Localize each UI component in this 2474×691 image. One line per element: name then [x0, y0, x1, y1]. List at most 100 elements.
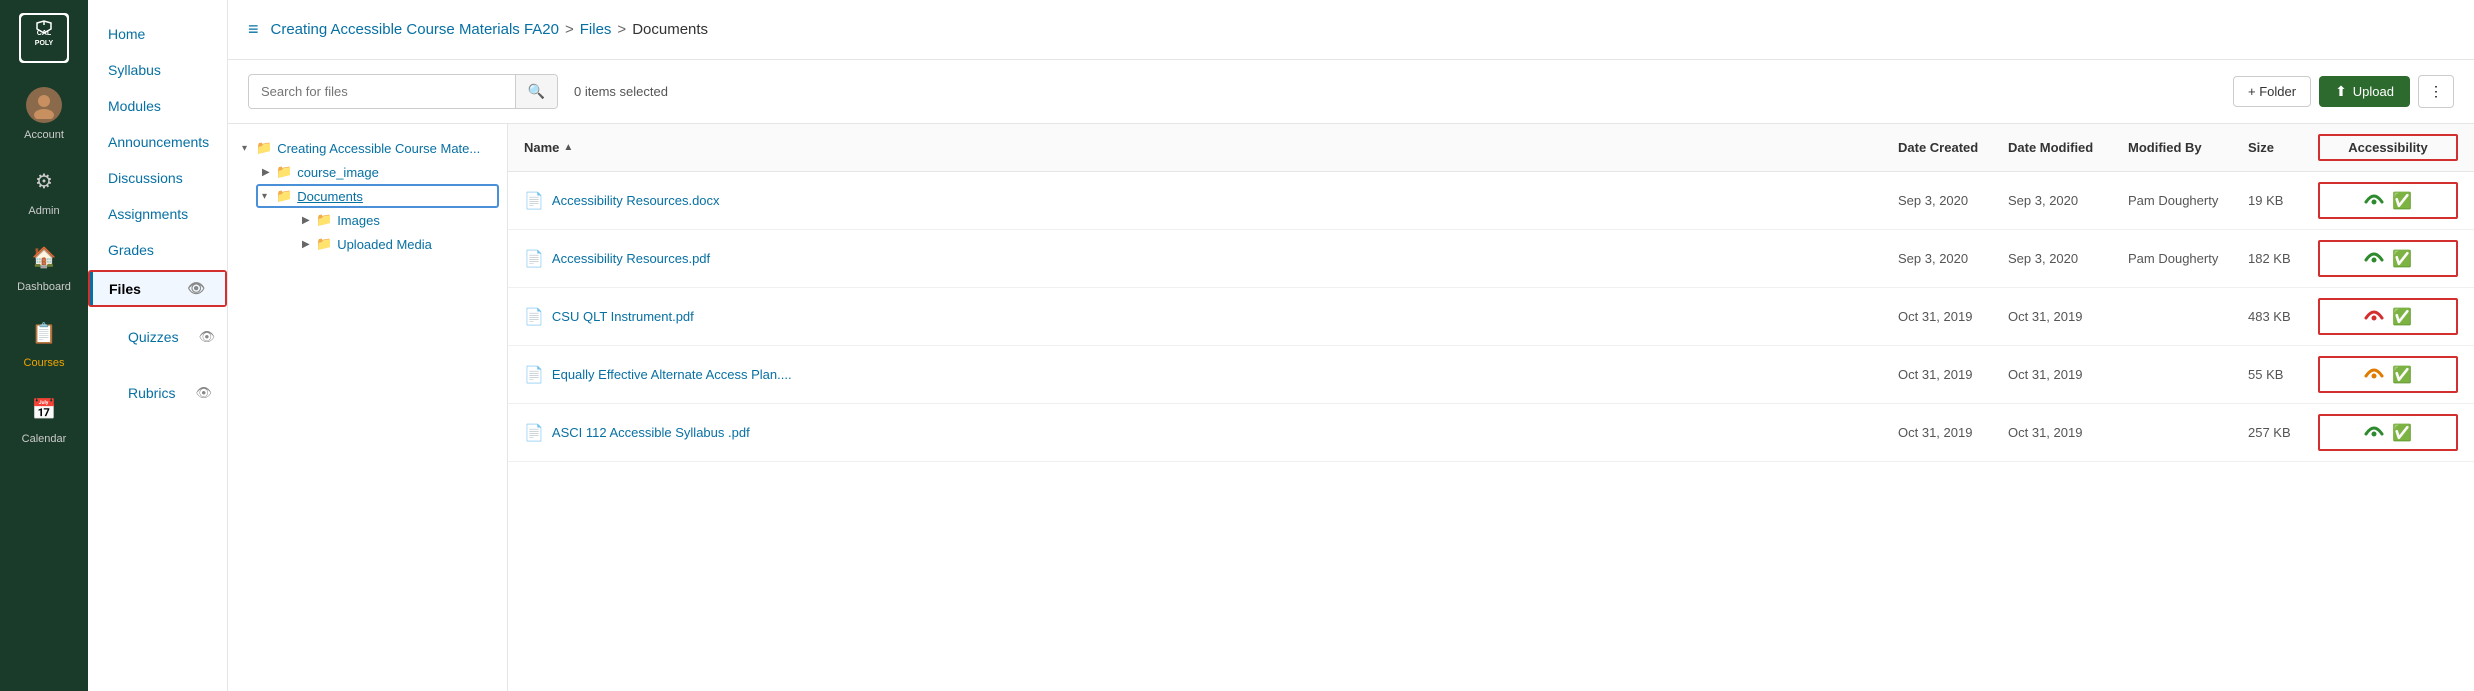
file-list: Name ▲ Date Created Date Modified Modifi… — [508, 124, 2474, 691]
date-modified-cell: Sep 3, 2020 — [2008, 193, 2128, 208]
breadcrumb-current: Documents — [632, 21, 708, 38]
items-selected: 0 items selected — [574, 84, 2217, 99]
nav-quizzes[interactable]: Quizzes 👁 — [88, 309, 227, 365]
tree-course-image-icon: 📁 — [276, 164, 292, 180]
size-cell: 483 KB — [2248, 309, 2318, 324]
sidebar-item-admin[interactable]: ⚙ Admin — [0, 151, 88, 227]
upload-button[interactable]: ⬆ Upload — [2319, 76, 2410, 107]
doc-icon: 📄 — [524, 365, 544, 385]
nav-files[interactable]: Files 👁 — [90, 272, 225, 305]
hamburger-icon[interactable]: ≡ — [248, 19, 259, 40]
col-header-date-modified[interactable]: Date Modified — [2008, 140, 2128, 155]
breadcrumb-sep-1: > — [565, 21, 574, 38]
nav-grades[interactable]: Grades — [88, 232, 227, 268]
tree-root-arrow: ▾ — [242, 143, 256, 154]
sidebar-item-account-label: Account — [24, 129, 64, 141]
nav-discussions[interactable]: Discussions — [88, 160, 227, 196]
tree-images-icon: 📁 — [316, 212, 332, 228]
upload-label: Upload — [2353, 84, 2394, 99]
size-cell: 182 KB — [2248, 251, 2318, 266]
course-nav-panel: Home Syllabus Modules Announcements Disc… — [88, 0, 228, 691]
search-input[interactable] — [249, 76, 515, 107]
pdf-icon: 📄 — [524, 307, 544, 327]
date-modified-cell: Oct 31, 2019 — [2008, 367, 2128, 382]
col-header-date-created[interactable]: Date Created — [1898, 140, 2008, 155]
sidebar: CAL POLY Account ⚙ Admin 🏠 Dashboard 📋 C… — [0, 0, 88, 691]
sidebar-item-dashboard[interactable]: 🏠 Dashboard — [0, 227, 88, 303]
tree-root[interactable]: ▾ 📁 Creating Accessible Course Mate... — [236, 136, 499, 160]
col-header-name[interactable]: Name ▲ — [524, 140, 1898, 155]
accessibility-check-icon: ✅ — [2392, 191, 2412, 211]
header: ≡ Creating Accessible Course Materials F… — [228, 0, 2474, 60]
upload-icon: ⬆ — [2335, 83, 2347, 100]
tree-uploaded-media-icon: 📁 — [316, 236, 332, 252]
file-link[interactable]: Accessibility Resources.docx — [552, 193, 720, 208]
nav-announcements[interactable]: Announcements — [88, 124, 227, 160]
toolbar-actions: + Folder ⬆ Upload ⋮ — [2233, 75, 2454, 108]
accessibility-cell: ✅ — [2318, 356, 2458, 393]
tree-documents-arrow: ▾ — [262, 191, 276, 202]
tree-images[interactable]: ▶ 📁 Images — [296, 208, 499, 232]
accessibility-check-icon: ✅ — [2392, 249, 2412, 269]
tree-documents-icon: 📁 — [276, 188, 292, 204]
calendar-icon: 📅 — [24, 389, 64, 429]
nav-syllabus[interactable]: Syllabus — [88, 52, 227, 88]
file-link[interactable]: Accessibility Resources.pdf — [552, 251, 710, 266]
nav-quizzes-label[interactable]: Quizzes — [108, 319, 199, 355]
sidebar-item-account[interactable]: Account — [0, 75, 88, 151]
date-modified-cell: Oct 31, 2019 — [2008, 425, 2128, 440]
tree-root-label[interactable]: Creating Accessible Course Mate... — [277, 141, 480, 156]
nav-rubrics-label[interactable]: Rubrics — [108, 375, 195, 411]
tree-course-image[interactable]: ▶ 📁 course_image — [256, 160, 499, 184]
accessibility-cell: ✅ — [2318, 240, 2458, 277]
tree-documents[interactable]: ▾ 📁 Documents — [256, 184, 499, 208]
accessibility-check-icon: ✅ — [2392, 307, 2412, 327]
file-link[interactable]: Equally Effective Alternate Access Plan.… — [552, 367, 792, 382]
sidebar-item-courses[interactable]: 📋 Courses — [0, 303, 88, 379]
date-modified-cell: Sep 3, 2020 — [2008, 251, 2128, 266]
tree-uploaded-media-label[interactable]: Uploaded Media — [337, 237, 432, 252]
sidebar-item-calendar[interactable]: 📅 Calendar — [0, 379, 88, 455]
tree-course-image-label[interactable]: course_image — [297, 165, 379, 180]
col-header-modified-by[interactable]: Modified By — [2128, 140, 2248, 155]
nav-home[interactable]: Home — [88, 16, 227, 52]
accessibility-check-icon: ✅ — [2392, 423, 2412, 443]
modified-by-cell: Pam Dougherty — [2128, 193, 2248, 208]
date-created-cell: Sep 3, 2020 — [1898, 251, 2008, 266]
tree-images-arrow: ▶ — [302, 215, 316, 226]
accessibility-gauge-icon — [2364, 362, 2384, 387]
tree-uploaded-media[interactable]: ▶ 📁 Uploaded Media — [296, 232, 499, 256]
file-link[interactable]: ASCI 112 Accessible Syllabus .pdf — [552, 425, 750, 440]
search-box[interactable]: 🔍 — [248, 74, 558, 109]
accessibility-cell: ✅ — [2318, 414, 2458, 451]
nav-assignments[interactable]: Assignments — [88, 196, 227, 232]
tree-course-image-arrow: ▶ — [262, 167, 276, 178]
pdf-icon: 📄 — [524, 423, 544, 443]
add-folder-button[interactable]: + Folder — [2233, 76, 2311, 107]
accessibility-cell: ✅ — [2318, 298, 2458, 335]
nav-modules[interactable]: Modules — [88, 88, 227, 124]
pdf-icon: 📄 — [524, 249, 544, 269]
date-created-cell: Oct 31, 2019 — [1898, 425, 2008, 440]
file-browser: ▾ 📁 Creating Accessible Course Mate... ▶… — [228, 124, 2474, 691]
accessibility-gauge-icon — [2364, 246, 2384, 271]
search-button[interactable]: 🔍 — [515, 75, 557, 108]
eye-icon: 👁 — [187, 280, 205, 297]
table-row: 📄 Accessibility Resources.pdf Sep 3, 202… — [508, 230, 2474, 288]
breadcrumb: Creating Accessible Course Materials FA2… — [271, 21, 709, 38]
file-link[interactable]: CSU QLT Instrument.pdf — [552, 309, 694, 324]
accessibility-cell: ✅ — [2318, 182, 2458, 219]
col-header-size[interactable]: Size — [2248, 140, 2318, 155]
breadcrumb-files[interactable]: Files — [580, 21, 612, 38]
tree-documents-label[interactable]: Documents — [297, 189, 363, 204]
file-list-header: Name ▲ Date Created Date Modified Modifi… — [508, 124, 2474, 172]
toolbar: 🔍 0 items selected + Folder ⬆ Upload ⋮ — [228, 60, 2474, 124]
breadcrumb-course[interactable]: Creating Accessible Course Materials FA2… — [271, 21, 559, 38]
more-options-button[interactable]: ⋮ — [2418, 75, 2454, 108]
size-cell: 19 KB — [2248, 193, 2318, 208]
main-content: ≡ Creating Accessible Course Materials F… — [228, 0, 2474, 691]
eye-icon-rubrics: 👁 — [195, 385, 212, 401]
size-cell: 257 KB — [2248, 425, 2318, 440]
nav-rubrics[interactable]: Rubrics 👁 — [88, 365, 227, 421]
tree-images-label[interactable]: Images — [337, 213, 380, 228]
